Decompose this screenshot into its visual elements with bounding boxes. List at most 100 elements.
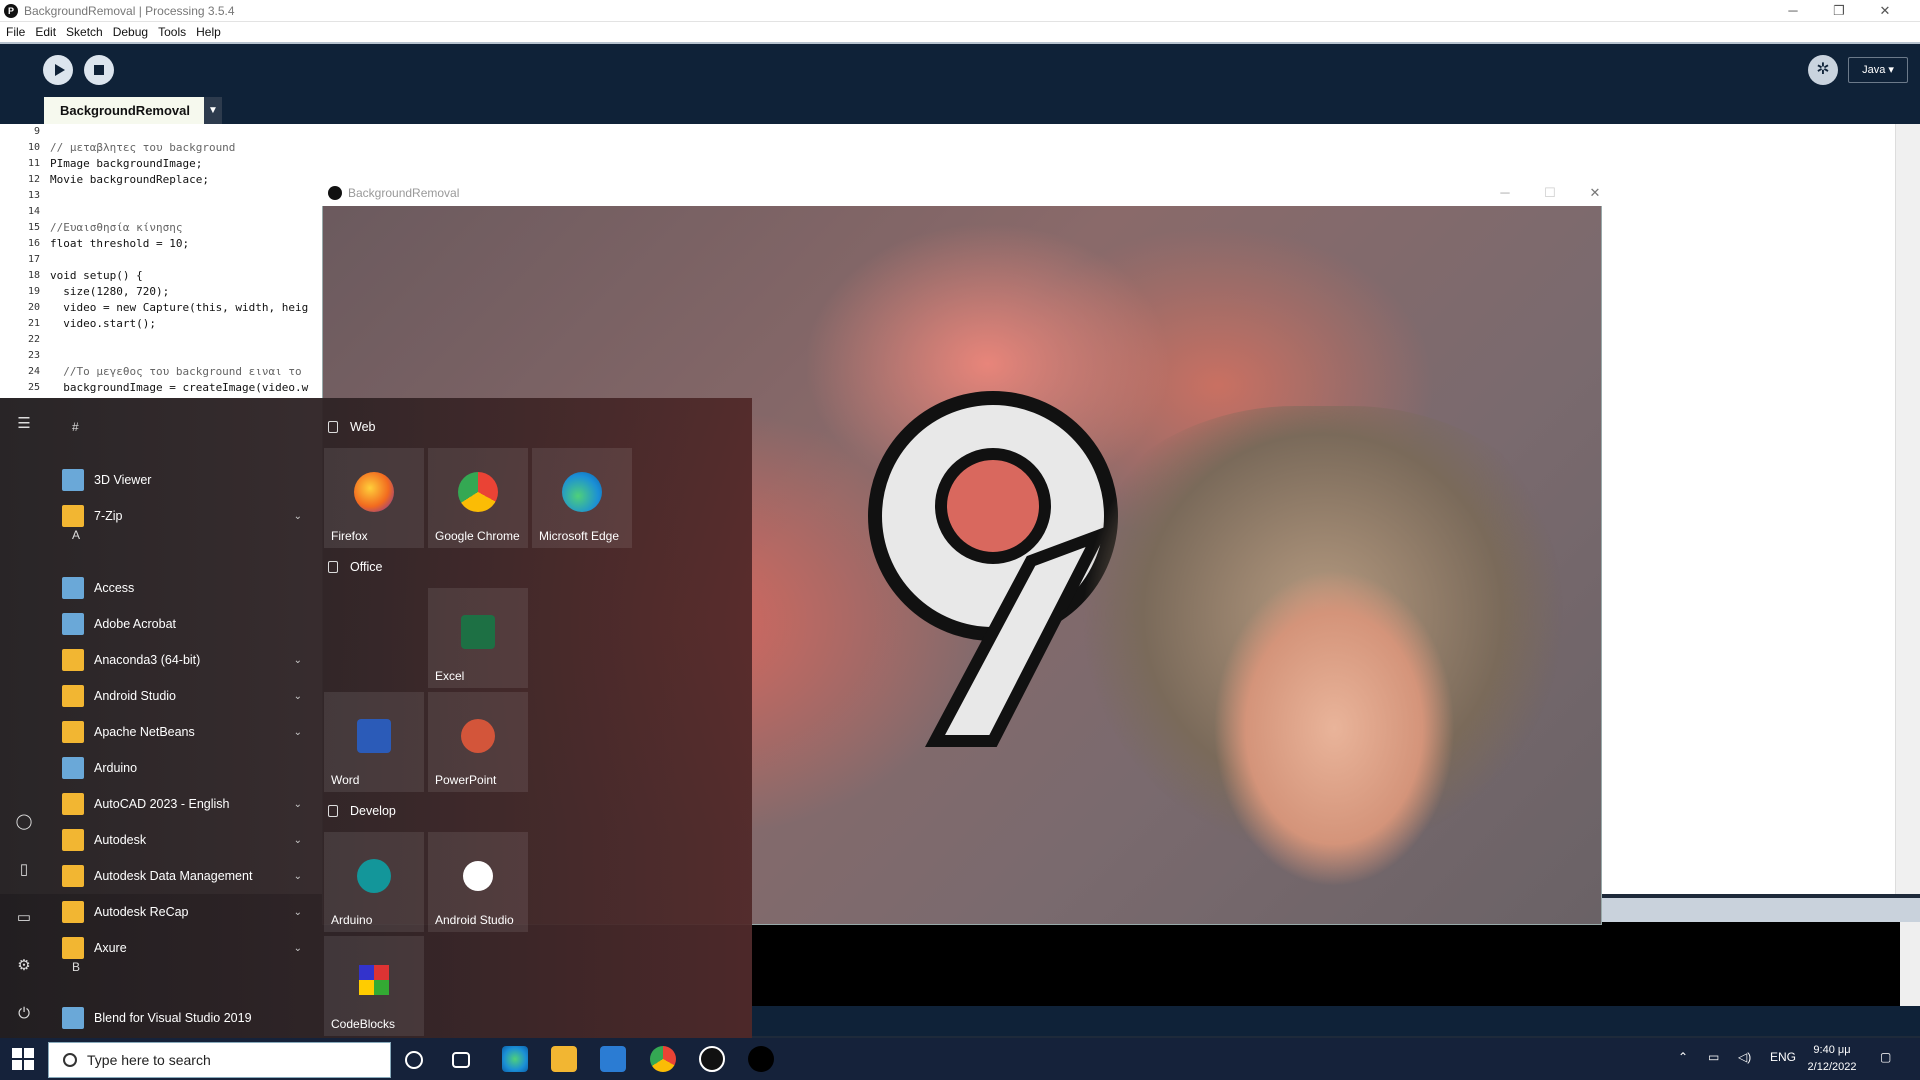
- tile-codeblocks[interactable]: CodeBlocks: [324, 936, 424, 1036]
- app-list-item[interactable]: Autodesk Data Management ⌄: [62, 858, 302, 894]
- tile-powerpoint-label: PowerPoint: [435, 773, 497, 787]
- arduino-icon: [357, 859, 391, 893]
- task-view-icon[interactable]: [452, 1052, 470, 1068]
- close-button[interactable]: ✕: [1862, 0, 1908, 22]
- maximize-button[interactable]: ❐: [1816, 0, 1862, 22]
- chrome-icon: [458, 472, 498, 512]
- editor-scrollbar[interactable]: [1895, 124, 1920, 894]
- menu-file[interactable]: File: [6, 25, 25, 39]
- app-list-item[interactable]: Adobe Acrobat: [62, 606, 302, 642]
- tile-group-office[interactable]: Office: [328, 560, 382, 574]
- minimize-button[interactable]: ─: [1770, 0, 1816, 22]
- app-list-item[interactable]: Blend for Visual Studio 2019: [62, 1000, 302, 1036]
- sketch-minimize-button[interactable]: ─: [1482, 182, 1528, 204]
- run-button[interactable]: [43, 55, 73, 85]
- app-list-item[interactable]: Access: [62, 570, 302, 606]
- section-hash[interactable]: #: [72, 420, 79, 434]
- app-list-item[interactable]: 3D Viewer: [62, 462, 302, 498]
- tile-arduino[interactable]: Arduino: [324, 832, 424, 932]
- menu-edit[interactable]: Edit: [35, 25, 56, 39]
- settings-gear-icon[interactable]: ⚙: [12, 954, 36, 978]
- taskbar-clock[interactable]: 9:40 μμ 2/12/2022: [1800, 1042, 1864, 1076]
- app-list-item[interactable]: Axure ⌄: [62, 930, 302, 966]
- app-list-item[interactable]: 7-Zip ⌄: [62, 498, 302, 534]
- edge-taskbar-icon[interactable]: [502, 1046, 528, 1072]
- codeblocks-icon: [359, 965, 389, 995]
- mode-select[interactable]: Java ▾: [1848, 57, 1908, 83]
- app-list-item[interactable]: Apache NetBeans ⌄: [62, 714, 302, 750]
- sketch-taskbar-icon[interactable]: [748, 1046, 774, 1072]
- notification-center-icon[interactable]: ▢: [1880, 1050, 1891, 1064]
- menu-sketch[interactable]: Sketch: [66, 25, 103, 39]
- tile-group-develop[interactable]: Develop: [328, 804, 396, 818]
- file-explorer-icon[interactable]: [551, 1046, 577, 1072]
- debugger-toggle-button[interactable]: ✲: [1808, 55, 1838, 85]
- app-list-item[interactable]: AutoCAD 2023 - English ⌄: [62, 786, 302, 822]
- app-list-item[interactable]: Autodesk ⌄: [62, 822, 302, 858]
- tile-google-chrome[interactable]: Google Chrome: [428, 448, 528, 548]
- tile-firefox[interactable]: Firefox: [324, 448, 424, 548]
- documents-icon[interactable]: ▯: [12, 858, 36, 882]
- console-header: [1600, 898, 1920, 922]
- language-indicator[interactable]: ENG: [1770, 1050, 1796, 1064]
- app-list-item[interactable]: Autodesk ReCap ⌄: [62, 894, 302, 930]
- line-number: 20: [27, 302, 40, 313]
- menu-debug[interactable]: Debug: [113, 25, 148, 39]
- power-icon[interactable]: ⏻: [12, 1002, 36, 1026]
- app-icon: [62, 1007, 84, 1029]
- volume-icon[interactable]: ◁): [1738, 1050, 1751, 1064]
- chevron-down-icon[interactable]: ⌄: [294, 511, 302, 522]
- app-list-item[interactable]: Arduino: [62, 750, 302, 786]
- tile-firefox-label: Firefox: [331, 529, 368, 543]
- store-icon[interactable]: [600, 1046, 626, 1072]
- taskbar-search-box[interactable]: Type here to search: [48, 1042, 391, 1078]
- folder-icon: [62, 649, 84, 671]
- hamburger-menu-icon[interactable]: ☰: [12, 412, 36, 436]
- app-list-item-label: Axure: [94, 941, 127, 955]
- folder-icon: [62, 865, 84, 887]
- user-account-icon[interactable]: ◯: [12, 810, 36, 834]
- chevron-down-icon[interactable]: ⌄: [294, 943, 302, 954]
- sketch-close-button[interactable]: ✕: [1572, 182, 1618, 204]
- tab-backgroundremoval[interactable]: BackgroundRemoval: [44, 97, 206, 124]
- tile-group-web[interactable]: Web: [328, 420, 375, 434]
- chevron-down-icon[interactable]: ⌄: [294, 799, 302, 810]
- app-list-item-label: 7-Zip: [94, 509, 123, 523]
- sketch-maximize-button[interactable]: ☐: [1527, 182, 1573, 204]
- code-line: void setup() {: [50, 269, 143, 282]
- line-number: 22: [27, 334, 40, 345]
- windows-start-button[interactable]: [12, 1048, 34, 1070]
- code-line: //Το μεγεθος του background ειναι το: [50, 365, 302, 378]
- pictures-icon[interactable]: ▭: [12, 906, 36, 930]
- start-menu-rail: ☰ ◯ ▯ ▭ ⚙ ⏻: [0, 398, 48, 1038]
- app-list-item-label: 3D Viewer: [94, 473, 152, 487]
- code-line: size(1280, 720);: [50, 285, 170, 298]
- console-output[interactable]: [752, 922, 1900, 1006]
- chevron-down-icon[interactable]: ⌄: [294, 907, 302, 918]
- tile-word[interactable]: Word: [324, 692, 424, 792]
- chevron-down-icon[interactable]: ⌄: [294, 835, 302, 846]
- menu-help[interactable]: Help: [196, 25, 221, 39]
- app-list-item[interactable]: Anaconda3 (64-bit) ⌄: [62, 642, 302, 678]
- chevron-down-icon[interactable]: ⌄: [294, 655, 302, 666]
- tile-android-studio[interactable]: Android Studio: [428, 832, 528, 932]
- tile-microsoft-edge[interactable]: Microsoft Edge: [532, 448, 632, 548]
- app-list-item-label: Android Studio: [94, 689, 177, 703]
- menu-tools[interactable]: Tools: [158, 25, 186, 39]
- line-number: 24: [27, 366, 40, 377]
- processing-taskbar-icon[interactable]: [699, 1046, 725, 1072]
- chevron-down-icon[interactable]: ⌄: [294, 691, 302, 702]
- firefox-icon: [354, 472, 394, 512]
- chevron-down-icon[interactable]: ⌄: [294, 727, 302, 738]
- app-list-item[interactable]: Android Studio ⌄: [62, 678, 302, 714]
- chevron-down-icon[interactable]: ⌄: [294, 871, 302, 882]
- cortana-icon[interactable]: [405, 1051, 423, 1069]
- show-hidden-icons-button[interactable]: ⌃: [1678, 1050, 1688, 1064]
- tab-menu-button[interactable]: ▼: [204, 97, 222, 124]
- chrome-taskbar-icon[interactable]: [650, 1046, 676, 1072]
- tile-excel[interactable]: Excel: [428, 588, 528, 688]
- network-icon[interactable]: ▭: [1708, 1050, 1719, 1064]
- stop-button[interactable]: [84, 55, 114, 85]
- console-scrollbar[interactable]: [1900, 922, 1920, 1006]
- tile-powerpoint[interactable]: PowerPoint: [428, 692, 528, 792]
